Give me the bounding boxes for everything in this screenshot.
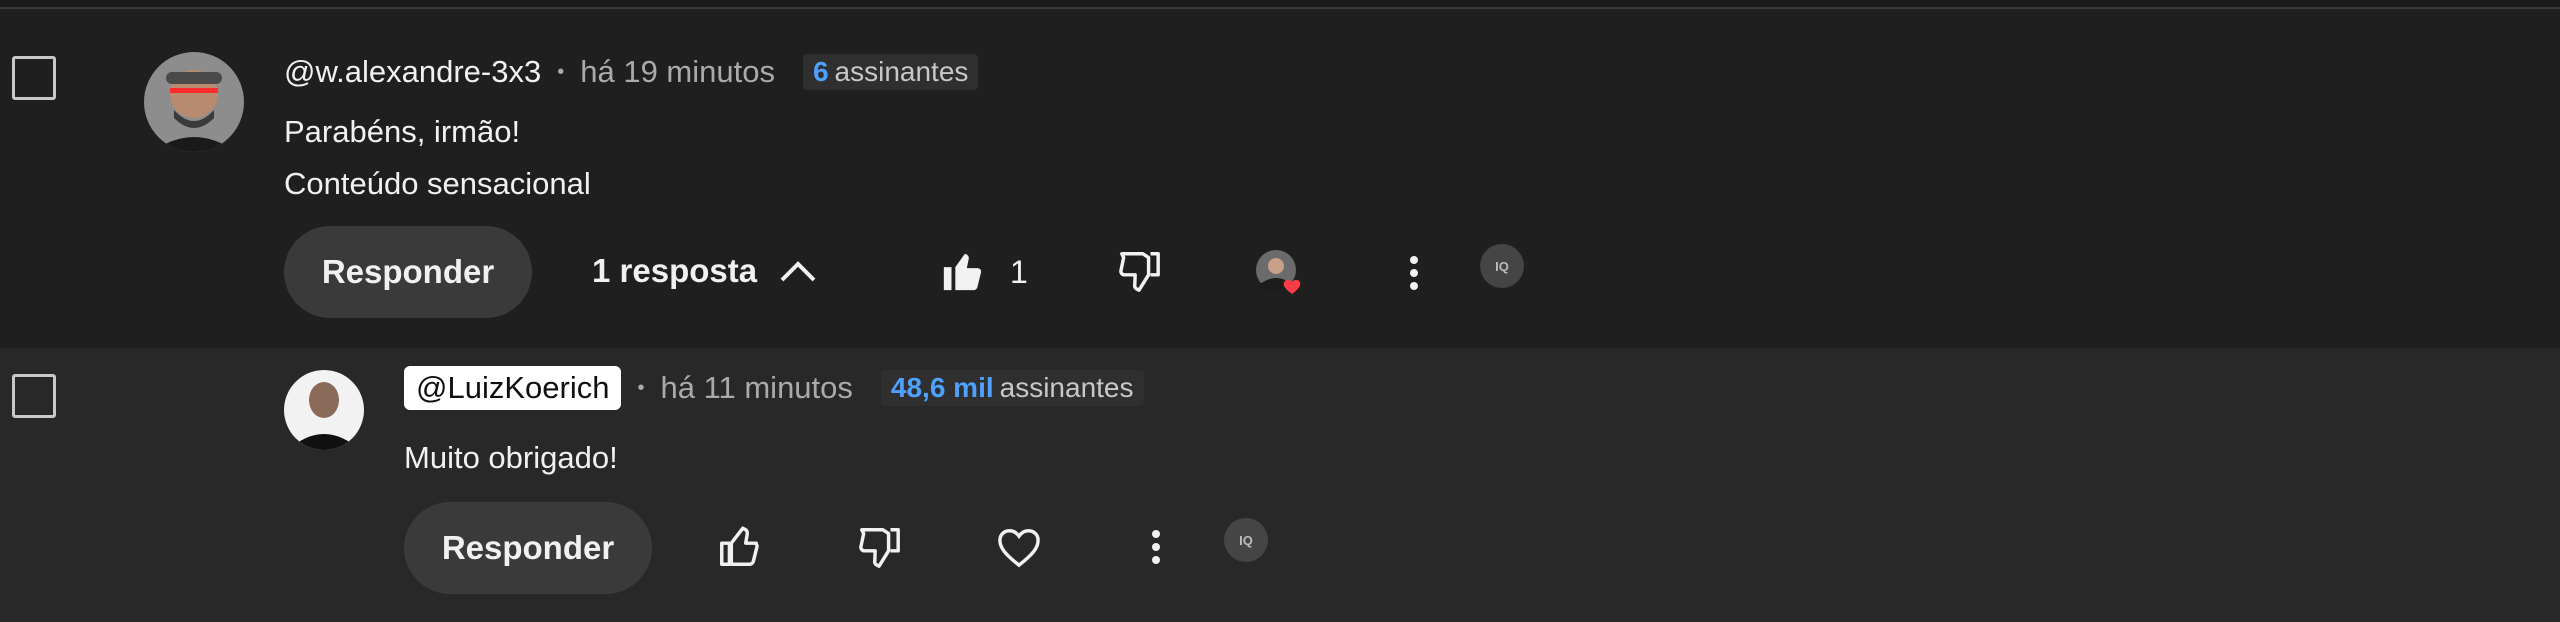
avatar[interactable] (144, 52, 244, 152)
author-handle[interactable]: @LuizKoerich (404, 366, 622, 410)
heart-icon[interactable] (994, 522, 1044, 572)
thumbs-down-icon[interactable] (854, 522, 904, 572)
comment-time[interactable]: há 19 minutos (580, 54, 775, 90)
select-reply-checkbox[interactable] (12, 374, 56, 418)
subscriber-badge: 48,6 mil assinantes (880, 370, 1144, 406)
comment-header: @w.alexandre-3x3 • há 19 minutos 6 assina… (284, 54, 979, 90)
subscriber-label: assinantes (999, 372, 1134, 403)
like-count: 1 (1010, 254, 1028, 290)
thumbs-up-icon[interactable] (938, 246, 988, 296)
subscriber-badge: 6 assinantes (802, 54, 979, 90)
thumbs-up-icon[interactable] (714, 522, 764, 572)
reply-button[interactable]: Responder (404, 502, 652, 594)
replies-count-label: 1 resposta (592, 252, 758, 289)
comment-time[interactable]: há 11 minutos (660, 370, 852, 406)
top-divider (0, 0, 2560, 9)
separator-dot: • (637, 376, 645, 399)
comment-text-line: Muito obrigado! (404, 440, 618, 475)
comment-text-line: Conteúdo sensacional (284, 166, 591, 201)
extension-badge-icon[interactable]: IQ (1480, 244, 1524, 288)
reply-comment (0, 348, 2560, 622)
more-vert-icon[interactable] (1134, 522, 1178, 572)
creator-heart-icon (1254, 248, 1304, 298)
avatar[interactable] (284, 370, 364, 450)
subscriber-label: assinantes (834, 56, 969, 87)
author-handle[interactable]: @w.alexandre-3x3 (284, 54, 541, 90)
subscriber-count: 48,6 mil (890, 372, 994, 403)
comment-header: @LuizKoerich • há 11 minutos 48,6 mil ass… (404, 366, 1144, 410)
select-comment-checkbox[interactable] (12, 56, 56, 100)
extension-badge-icon[interactable]: IQ (1224, 518, 1268, 562)
comment-text-line: Parabéns, irmão! (284, 114, 521, 149)
replies-toggle[interactable]: 1 resposta (592, 252, 817, 290)
thumbs-down-icon[interactable] (1114, 246, 1164, 296)
more-vert-icon[interactable] (1392, 248, 1436, 298)
chevron-up-icon (780, 261, 816, 282)
reply-button[interactable]: Responder (284, 226, 532, 318)
separator-dot: • (557, 60, 565, 83)
subscriber-count: 6 (812, 56, 829, 87)
